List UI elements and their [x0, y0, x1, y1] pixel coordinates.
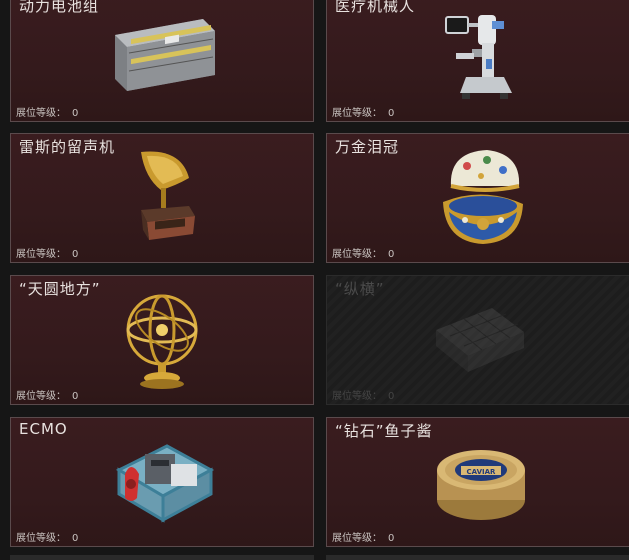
chess-board-icon — [432, 302, 528, 378]
collection-card-gramophone[interactable]: 雷斯的留声机 展位等级： 0 — [10, 133, 314, 263]
medical-robot-icon — [442, 13, 517, 103]
next-card-edge — [326, 555, 629, 560]
collection-card-ecmo[interactable]: ECMO 展位等级： 0 — [10, 417, 314, 547]
battery-pack-icon — [109, 13, 219, 95]
level-text: 展位等级： 0 — [332, 391, 395, 402]
level-text: 展位等级： 0 — [16, 533, 79, 544]
collection-card-medical-robot[interactable]: 医疗机械人 展位等级： 0 — [326, 0, 629, 122]
collection-card-battery[interactable]: 动力电池组 展位等级： 0 — [10, 0, 314, 122]
gramophone-icon — [131, 148, 201, 246]
card-title: “钻石”鱼子酱 — [335, 422, 433, 440]
next-card-edge — [10, 555, 314, 560]
collection-card-chess-locked[interactable]: “纵横” 展位等级： 0 — [326, 275, 629, 405]
collection-card-armillary-sphere[interactable]: “天圆地方” 展位等级： 0 — [10, 275, 314, 405]
card-title: 雷斯的留声机 — [19, 138, 116, 156]
collection-card-jeweled-egg[interactable]: 万金泪冠 展位等级： 0 — [326, 133, 629, 263]
caviar-tin-icon: CAVIAR — [435, 440, 527, 526]
collection-grid: 动力电池组 展位等级： 0 医疗机械人 展位等级： 0 雷斯的留声机 展位等级：… — [0, 0, 629, 560]
card-title: ECMO — [19, 420, 68, 438]
armillary-sphere-icon — [124, 292, 204, 390]
card-title: 医疗机械人 — [335, 0, 416, 15]
level-text: 展位等级： 0 — [16, 108, 79, 119]
level-text: 展位等级： 0 — [332, 249, 395, 260]
card-title: “天圆地方” — [19, 280, 101, 298]
collection-card-caviar[interactable]: “钻石”鱼子酱 CAVIAR 展位等级： 0 — [326, 417, 629, 547]
card-title: 万金泪冠 — [335, 138, 400, 156]
svg-text:CAVIAR: CAVIAR — [467, 468, 497, 476]
ecmo-machine-icon — [111, 434, 215, 526]
level-text: 展位等级： 0 — [16, 249, 79, 260]
level-text: 展位等级： 0 — [16, 391, 79, 402]
level-text: 展位等级： 0 — [332, 533, 395, 544]
card-title: “纵横” — [335, 280, 385, 298]
card-title: 动力电池组 — [19, 0, 100, 15]
jeweled-egg-icon — [437, 146, 529, 250]
level-text: 展位等级： 0 — [332, 108, 395, 119]
